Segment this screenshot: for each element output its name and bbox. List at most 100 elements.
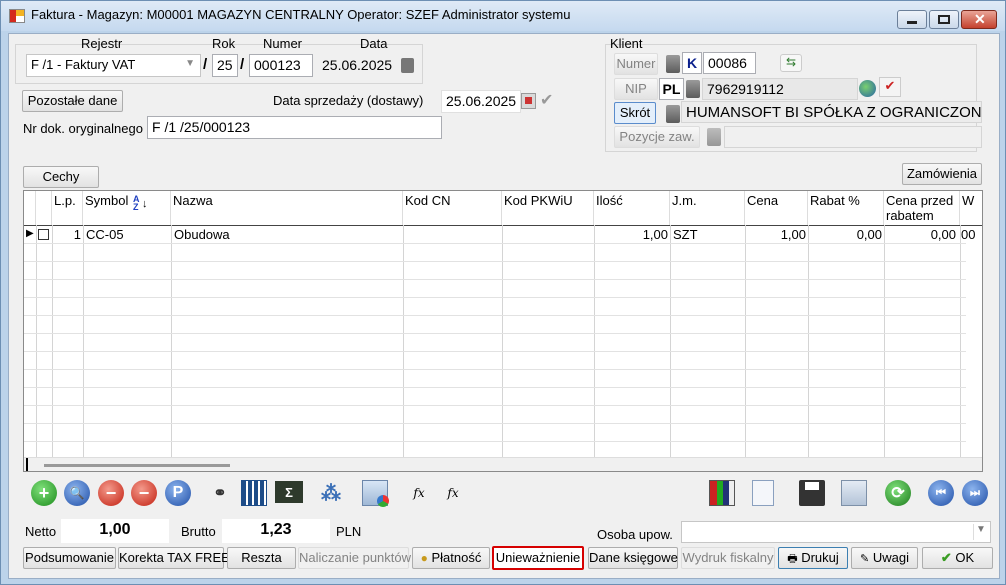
cell-lp: 1 bbox=[73, 227, 81, 242]
save-icon[interactable] bbox=[799, 480, 825, 506]
globe-icon[interactable] bbox=[859, 80, 876, 97]
skrot-button[interactable]: Skrót bbox=[614, 102, 656, 124]
binoculars-icon[interactable]: ⚭ bbox=[207, 480, 233, 506]
pozycje-field[interactable] bbox=[724, 126, 982, 148]
fx-icon[interactable]: fx bbox=[406, 480, 432, 506]
uniewaznienie-button[interactable]: Unieważnienie bbox=[492, 546, 584, 570]
molecule-icon[interactable]: ⁂ bbox=[318, 480, 344, 506]
check-icon[interactable]: ✔ bbox=[540, 90, 553, 110]
symbol-header-label: Symbol bbox=[85, 193, 129, 208]
dane-ksiegowe-button[interactable]: Dane księgowe bbox=[588, 547, 678, 569]
close-button[interactable]: ✕ bbox=[961, 10, 997, 29]
p-icon[interactable]: P bbox=[165, 480, 191, 506]
lookup-icon[interactable] bbox=[666, 55, 680, 73]
coins-icon: ● bbox=[420, 551, 428, 565]
brutto-value: 1,23 bbox=[222, 519, 330, 543]
check-red-icon[interactable]: ✔ bbox=[879, 77, 901, 97]
lookup-icon[interactable] bbox=[666, 105, 680, 123]
naliczanie-punktow-button[interactable]: Naliczanie punktów bbox=[298, 547, 411, 569]
ok-button[interactable]: ✔ OK bbox=[922, 547, 993, 569]
zamowienia-button[interactable]: Zamówienia bbox=[902, 163, 982, 185]
column-header-nazwa[interactable]: Nazwa bbox=[171, 191, 403, 225]
next-icon[interactable]: ⏭ bbox=[962, 480, 988, 506]
column-header-symbol[interactable]: Symbol AZ ↓ bbox=[83, 191, 171, 225]
korekta-tax-free-button[interactable]: Korekta TAX FREE bbox=[118, 547, 230, 569]
prev-icon[interactable]: ⏮ bbox=[928, 480, 954, 506]
sigma-icon[interactable]: Σ bbox=[275, 481, 303, 503]
column-header-cena-przed[interactable]: Cena przed rabatem bbox=[884, 191, 960, 225]
osoba-label: Osoba upow. bbox=[597, 527, 673, 542]
copy-icon[interactable] bbox=[841, 480, 867, 506]
numer-button[interactable]: Numer bbox=[614, 53, 658, 75]
cell-cena-przed: 0,00 bbox=[930, 227, 956, 242]
fx-icon[interactable]: fx bbox=[440, 480, 466, 506]
numer-field[interactable]: 000123 bbox=[249, 54, 313, 77]
podsumowanie-button[interactable]: Podsumowanie bbox=[23, 547, 116, 569]
column-header-kod-cn[interactable]: Kod CN bbox=[403, 191, 502, 225]
horizontal-scrollbar[interactable] bbox=[24, 457, 982, 471]
data-sprzedazy-label: Data sprzedaży (dostawy) bbox=[273, 93, 424, 108]
skrot-field[interactable]: HUMANSOFT BI SPÓŁKA Z OGRANICZONĄ bbox=[681, 101, 982, 123]
chart-icon[interactable] bbox=[709, 480, 735, 506]
search-icon[interactable]: 🔍 bbox=[64, 480, 90, 506]
grid-icon[interactable] bbox=[241, 480, 267, 506]
rejestr-value: F /1 - Faktury VAT bbox=[31, 57, 136, 72]
document-icon[interactable] bbox=[752, 480, 774, 506]
pozycje-button[interactable]: Pozycje zaw. bbox=[614, 126, 700, 148]
data-value[interactable]: 25.06.2025 bbox=[322, 57, 392, 73]
minimize-button[interactable] bbox=[897, 10, 927, 29]
osoba-select[interactable]: ▼ bbox=[681, 521, 991, 543]
nip-field[interactable]: 7962919112 bbox=[702, 78, 858, 100]
printer-icon: 🖶 bbox=[787, 553, 798, 565]
note-icon: ✎ bbox=[860, 553, 870, 565]
sort-icon[interactable]: AZ bbox=[133, 195, 141, 212]
uwagi-button[interactable]: ✎ Uwagi bbox=[851, 547, 918, 569]
column-header-ilosc[interactable]: Ilość bbox=[594, 191, 670, 225]
table-row[interactable]: ▶ 1 CC-05 Obudowa 1,00 SZT 1,00 0,00 0,0… bbox=[24, 226, 982, 243]
items-table: L.p. Symbol AZ ↓ Nazwa Kod CN Kod PKWiU Il… bbox=[23, 190, 983, 472]
data-sprzedazy-field[interactable]: 25.06.2025 bbox=[441, 90, 521, 113]
numer-label: Numer bbox=[263, 36, 303, 51]
klient-numer-field[interactable]: 00086 bbox=[703, 52, 756, 74]
calendar-icon[interactable] bbox=[401, 58, 414, 73]
calendar-icon[interactable] bbox=[521, 93, 536, 109]
column-header-w[interactable]: W bbox=[960, 191, 980, 225]
nip-button[interactable]: NIP bbox=[614, 78, 658, 100]
row-checkbox[interactable] bbox=[38, 229, 49, 240]
lookup-icon[interactable] bbox=[686, 80, 700, 98]
reszta-button[interactable]: Reszta bbox=[227, 547, 296, 569]
uwagi-label: Uwagi bbox=[872, 550, 909, 565]
maximize-button[interactable] bbox=[929, 10, 959, 29]
close-icon: ✕ bbox=[974, 11, 986, 27]
pozostale-dane-button[interactable]: Pozostałe dane bbox=[22, 90, 123, 112]
column-header-lp[interactable]: L.p. bbox=[52, 191, 83, 225]
window-icon[interactable] bbox=[362, 480, 389, 507]
rok-field[interactable]: 25 bbox=[212, 54, 238, 77]
link-icon[interactable]: ⇆ bbox=[780, 54, 802, 72]
column-header-rabat[interactable]: Rabat % bbox=[808, 191, 884, 225]
drukuj-label: Drukuj bbox=[801, 550, 839, 565]
column-header-kod-pkwiu[interactable]: Kod PKWiU bbox=[502, 191, 594, 225]
invoice-window: Faktura - Magazyn: M00001 MAGAZYN CENTRA… bbox=[0, 0, 1006, 585]
drukuj-button[interactable]: 🖶 Drukuj bbox=[778, 547, 848, 569]
remove-icon[interactable]: − bbox=[131, 480, 157, 506]
klient-title: Klient bbox=[610, 36, 643, 51]
refresh-icon[interactable]: ⟳ bbox=[885, 480, 911, 506]
data-label: Data bbox=[360, 36, 388, 51]
rejestr-select[interactable]: F /1 - Faktury VAT ▼ bbox=[26, 54, 201, 77]
lookup-icon[interactable] bbox=[707, 128, 721, 146]
column-header-cena[interactable]: Cena bbox=[745, 191, 808, 225]
rok-label: Rok bbox=[212, 36, 236, 51]
scrollbar-thumb[interactable] bbox=[44, 464, 230, 467]
nr-dok-field[interactable]: F /1 /25/000123 bbox=[147, 116, 442, 139]
add-icon[interactable]: + bbox=[31, 480, 57, 506]
cechy-button[interactable]: Cechy bbox=[23, 166, 99, 188]
column-header-checkbox bbox=[36, 191, 52, 225]
wydruk-fiskalny-button[interactable]: Wydruk fiskalny bbox=[681, 547, 775, 569]
delete-icon[interactable]: − bbox=[98, 480, 124, 506]
chevron-down-icon: ▼ bbox=[973, 524, 988, 540]
cell-jm: SZT bbox=[673, 227, 698, 242]
platnosc-button[interactable]: ● Płatność bbox=[412, 547, 490, 569]
brutto-label: Brutto bbox=[181, 524, 216, 539]
column-header-jm[interactable]: J.m. bbox=[670, 191, 745, 225]
